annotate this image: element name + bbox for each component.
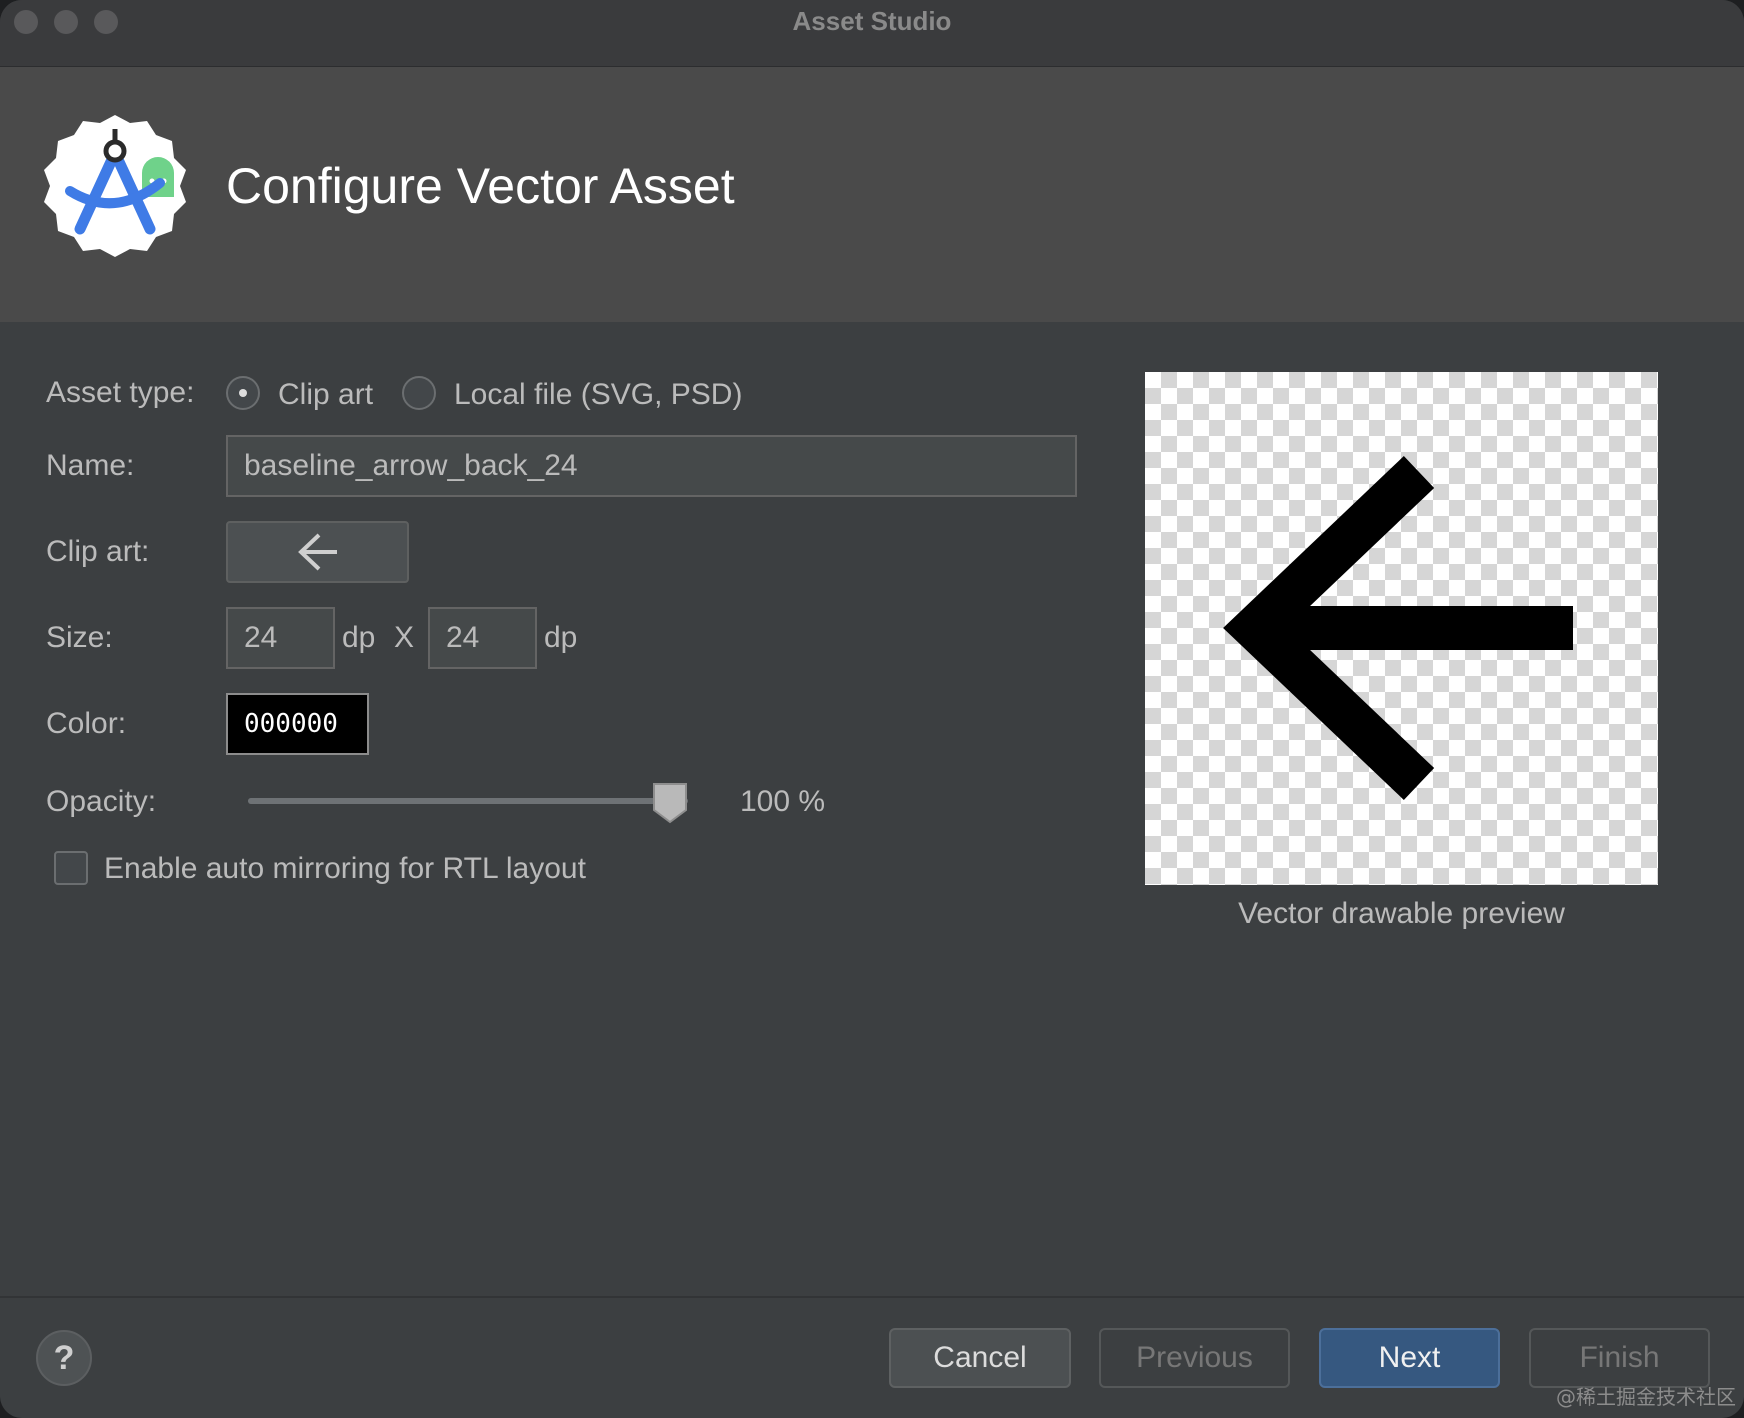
footer-divider [0, 1296, 1744, 1298]
name-label: Name: [46, 449, 135, 482]
android-studio-logo-icon [40, 111, 190, 261]
finish-button[interactable]: Finish [1529, 1328, 1710, 1388]
asset-type-label: Asset type: [46, 376, 195, 409]
window-title: Asset Studio [792, 6, 952, 36]
opacity-slider-track[interactable] [248, 798, 688, 804]
color-picker-field[interactable]: 000000 [226, 693, 369, 755]
name-input[interactable]: baseline_arrow_back_24 [226, 435, 1077, 497]
asset-studio-window: Asset Studio Configure Vector Asset Asse… [0, 0, 1744, 1418]
width-unit: dp [342, 621, 376, 654]
preview-caption: Vector drawable preview [1238, 897, 1565, 930]
opacity-slider-fill [248, 798, 688, 804]
clip-art-radio[interactable] [226, 376, 260, 410]
width-input[interactable]: 24 [226, 607, 335, 669]
next-button[interactable]: Next [1319, 1328, 1500, 1388]
arrow-back-icon [297, 533, 337, 571]
page-title: Configure Vector Asset [226, 158, 735, 214]
auto-mirroring-checkbox[interactable] [54, 851, 88, 885]
vector-drawable-preview [1145, 372, 1658, 885]
clip-art-radio-label[interactable]: Clip art [278, 378, 373, 412]
local-file-radio-label[interactable]: Local file (SVG, PSD) [454, 378, 742, 412]
height-unit: dp [544, 621, 578, 654]
opacity-label: Opacity: [46, 785, 157, 818]
help-button[interactable]: ? [36, 1330, 92, 1386]
watermark: @稀土掘金技术社区 [1556, 1385, 1736, 1409]
local-file-radio[interactable] [402, 376, 436, 410]
size-separator: X [394, 621, 415, 654]
color-label: Color: [46, 707, 127, 740]
size-label: Size: [46, 621, 113, 654]
clip-art-button[interactable] [226, 521, 409, 583]
auto-mirroring-label[interactable]: Enable auto mirroring for RTL layout [104, 852, 586, 886]
arrow-back-icon [1223, 456, 1573, 800]
cancel-button[interactable]: Cancel [889, 1328, 1071, 1388]
opacity-value: 100 % [740, 785, 826, 818]
height-input[interactable]: 24 [428, 607, 537, 669]
clip-art-label: Clip art: [46, 535, 150, 568]
wizard-header: Configure Vector Asset [0, 67, 1744, 322]
previous-button[interactable]: Previous [1099, 1328, 1290, 1388]
opacity-slider-thumb[interactable] [652, 782, 688, 824]
title-bar: Asset Studio [0, 0, 1744, 67]
